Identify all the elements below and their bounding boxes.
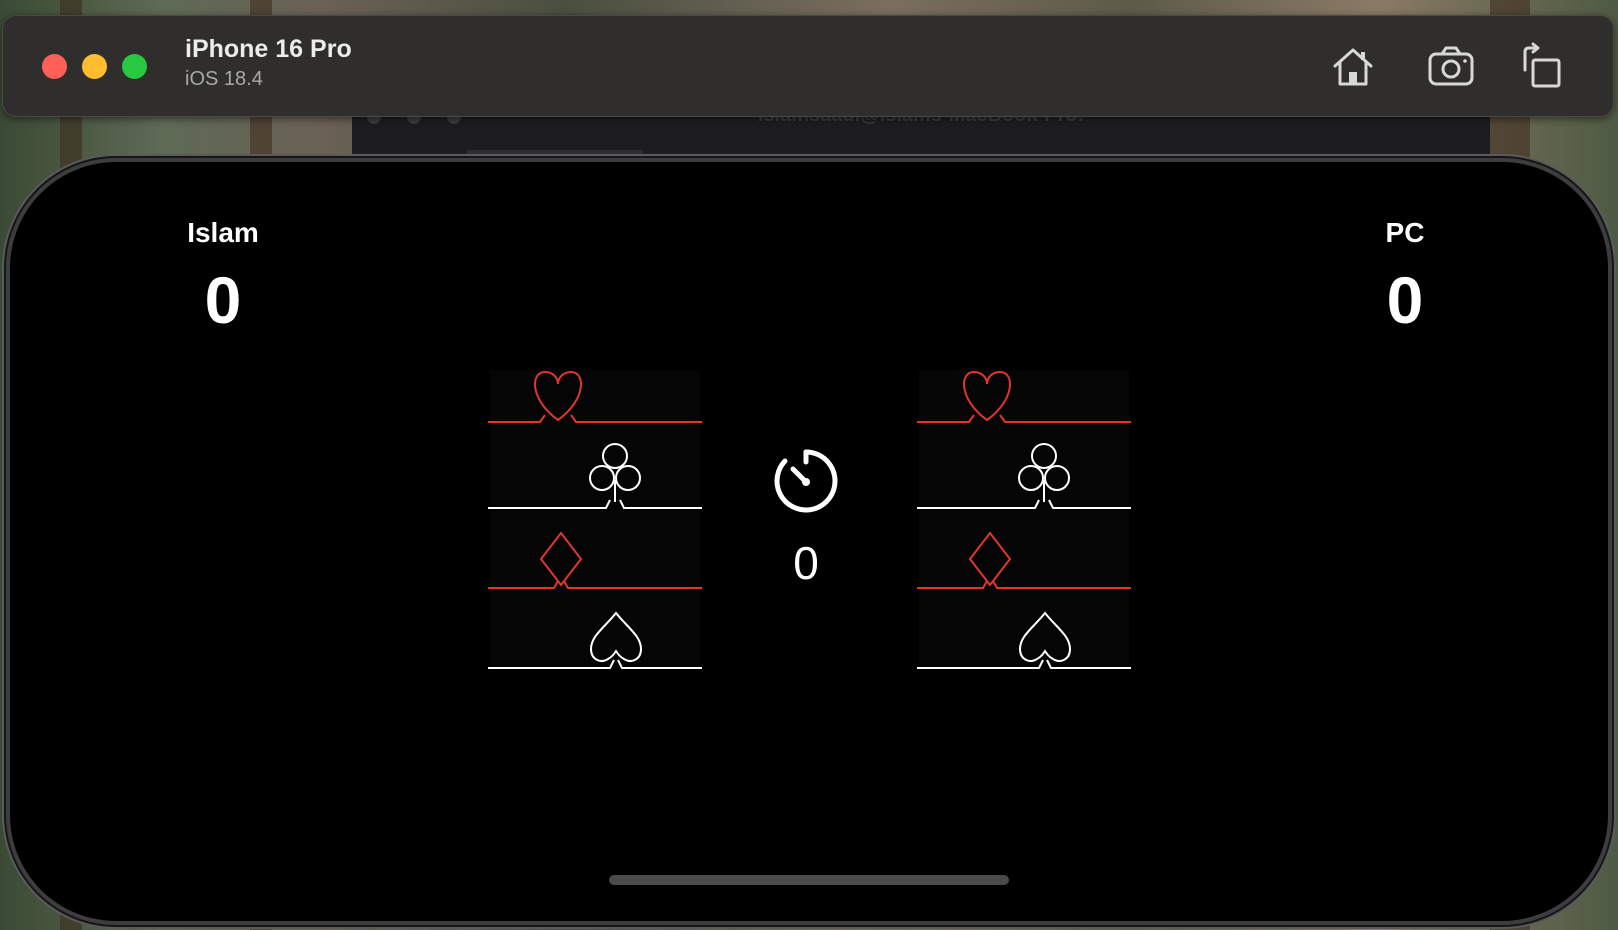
timer-icon: [774, 449, 838, 513]
home-indicator[interactable]: [609, 875, 1009, 885]
device-os-version: iOS 18.4: [185, 68, 263, 90]
zoom-button[interactable]: [122, 54, 147, 79]
screenshot-button[interactable]: [1426, 42, 1476, 92]
home-icon: [1333, 48, 1373, 86]
opponent-name: PC: [1385, 217, 1425, 248]
player-card[interactable]: [488, 370, 702, 670]
camera-icon: [1428, 46, 1474, 86]
home-button[interactable]: [1328, 42, 1378, 92]
player-name: Islam: [187, 217, 259, 248]
opponent-card[interactable]: [917, 370, 1131, 670]
close-button[interactable]: [42, 54, 67, 79]
device-name: iPhone 16 Pro: [185, 35, 352, 63]
simulator-titlebar: iPhone 16 Pro iOS 18.4: [2, 15, 1614, 117]
minimize-button[interactable]: [82, 54, 107, 79]
opponent-score: 0: [1386, 263, 1424, 337]
player-score: 0: [204, 263, 242, 337]
rotate-button[interactable]: [1517, 42, 1567, 92]
timer-button: [771, 446, 841, 516]
timer-value: 0: [793, 537, 819, 589]
rotate-icon: [1523, 42, 1561, 88]
background-tab: [467, 150, 643, 156]
